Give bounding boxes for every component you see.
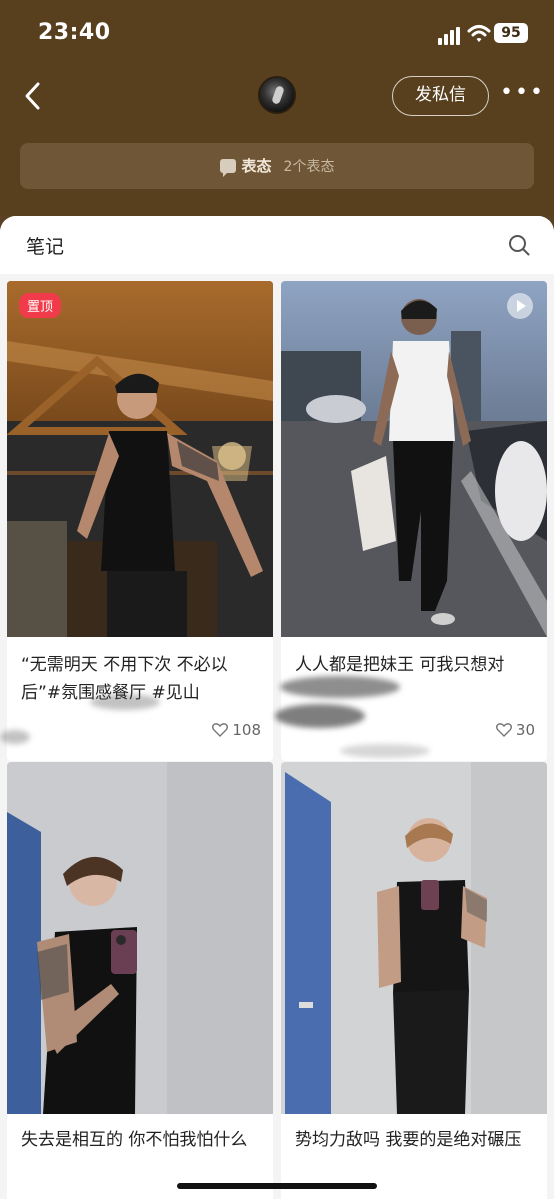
note-card[interactable]: 失去是相互的 你不怕我怕什么 — [7, 762, 273, 1199]
like-count[interactable]: 108 — [212, 721, 261, 739]
top-nav: 发私信 ••• — [0, 72, 554, 120]
note-photo — [7, 281, 273, 637]
redaction-smudge — [0, 730, 30, 744]
note-video-thumbnail — [281, 281, 547, 637]
redaction-smudge — [90, 694, 160, 710]
search-icon[interactable] — [508, 234, 530, 256]
note-caption: 人人都是把妹王 可我只想对 — [295, 655, 505, 675]
note-card[interactable]: 势均力敌吗 我要的是绝对碾压 — [281, 762, 547, 1199]
back-arrow-icon[interactable] — [18, 78, 48, 114]
more-options-icon[interactable]: ••• — [500, 82, 543, 104]
note-photo — [281, 762, 547, 1114]
chat-bubble-icon — [219, 159, 236, 177]
video-play-icon — [507, 293, 533, 319]
notes-title: 笔记 — [26, 236, 65, 258]
pinned-badge: 置顶 — [19, 293, 62, 318]
redaction-smudge — [340, 744, 430, 758]
note-caption: 失去是相互的 你不怕我怕什么 — [21, 1130, 248, 1150]
like-count-text: 30 — [515, 721, 535, 739]
attitude-label: 表态 — [241, 157, 272, 175]
status-bar: 23:40 95 — [0, 18, 554, 50]
profile-header: 23:40 95 发私信 ••• 表态 2个表态 — [0, 0, 554, 216]
heart-icon — [495, 723, 512, 737]
like-count-text: 108 — [232, 721, 261, 739]
redaction-smudge — [280, 676, 400, 698]
battery-indicator: 95 — [494, 23, 528, 43]
attitude-bar[interactable]: 表态 2个表态 — [20, 143, 534, 189]
attitude-count: 2个表态 — [283, 159, 335, 175]
send-message-button[interactable]: 发私信 — [392, 76, 489, 116]
notes-sheet: 笔记 置顶 “无需明天 不用下次 不必以后”#氛围感餐厅 #见山 108 人人都… — [0, 216, 554, 1199]
note-caption: 势均力敌吗 我要的是绝对碾压 — [295, 1130, 522, 1150]
heart-icon — [212, 723, 229, 737]
note-card[interactable]: 置顶 “无需明天 不用下次 不必以后”#氛围感餐厅 #见山 108 — [7, 281, 273, 761]
redaction-smudge — [275, 704, 365, 728]
home-indicator — [177, 1183, 377, 1189]
like-count[interactable]: 30 — [495, 721, 535, 739]
avatar[interactable] — [258, 76, 296, 114]
notes-header: 笔记 — [0, 216, 554, 274]
cellular-signal-icon — [438, 27, 460, 45]
wifi-icon — [467, 25, 491, 42]
note-photo — [7, 762, 273, 1114]
status-time: 23:40 — [38, 20, 111, 45]
